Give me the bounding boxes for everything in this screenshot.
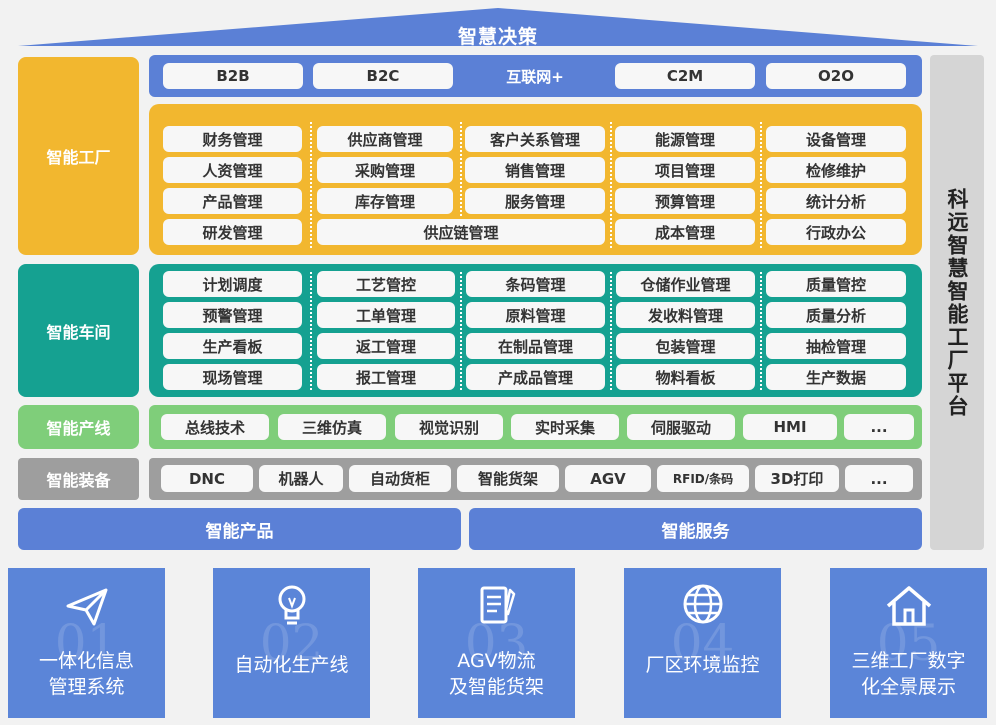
workshop-item: 质量管控 xyxy=(766,271,906,297)
factory-item: 研发管理 xyxy=(163,219,302,245)
factory-item-wide: 供应链管理 xyxy=(317,219,605,245)
workshop-item: 包装管理 xyxy=(616,333,755,359)
workshop-item: 产成品管理 xyxy=(466,364,605,390)
workshop-item: 预警管理 xyxy=(163,302,302,328)
workshop-item: 报工管理 xyxy=(317,364,455,390)
smart-service-bar: 智能服务 xyxy=(469,508,922,550)
layer-label-equipment: 智能装备 xyxy=(18,458,139,500)
smart-product-bar: 智能产品 xyxy=(18,508,461,550)
factory-item: 供应商管理 xyxy=(317,126,453,152)
more-items: ... xyxy=(845,465,913,492)
factory-item: 项目管理 xyxy=(615,157,755,183)
equipment-item: 机器人 xyxy=(259,465,343,492)
column-divider xyxy=(610,122,612,248)
line-panel: 总线技术 三维仿真 视觉识别 实时采集 伺服驱动 HMI ... xyxy=(149,405,922,449)
card-label: AGV物流 及智能货架 xyxy=(448,650,544,698)
globe-icon xyxy=(683,584,723,624)
card-label: 厂区环境监控 xyxy=(645,654,760,676)
factory-item: 检修维护 xyxy=(766,157,906,183)
equipment-item: RFID/条码 xyxy=(657,465,749,492)
layer-label-factory: 智能工厂 xyxy=(18,57,139,255)
factory-item: 能源管理 xyxy=(615,126,755,152)
line-item: 伺服驱动 xyxy=(627,414,735,440)
feature-card: 03 AGV物流 及智能货架 xyxy=(418,568,575,718)
internet-item: 互联网+ xyxy=(506,67,564,86)
workshop-item: 工艺管控 xyxy=(317,271,455,297)
card-label: 三维工厂数字 化全景展示 xyxy=(851,650,966,698)
workshop-item: 在制品管理 xyxy=(466,333,605,359)
factory-item: 产品管理 xyxy=(163,188,302,214)
workshop-item: 原料管理 xyxy=(466,302,605,328)
internet-item: O2O xyxy=(766,63,906,89)
factory-item: 统计分析 xyxy=(766,188,906,214)
card-label: 自动化生产线 xyxy=(234,654,349,676)
layer-label-line: 智能产线 xyxy=(18,405,139,449)
document-pen-icon xyxy=(480,586,516,624)
line-item: 实时采集 xyxy=(511,414,619,440)
line-item: 三维仿真 xyxy=(278,414,386,440)
column-divider xyxy=(760,122,762,248)
workshop-item: 抽检管理 xyxy=(766,333,906,359)
feature-card: 01 一体化信息 管理系统 xyxy=(8,568,165,718)
platform-title: 科远智慧智能工厂平台 xyxy=(945,187,969,418)
column-divider xyxy=(610,272,612,390)
feature-card: 05 三维工厂数字 化全景展示 xyxy=(830,568,987,718)
feature-card: 04 厂区环境监控 xyxy=(624,568,781,718)
equipment-panel: DNC 机器人 自动货柜 智能货架 AGV RFID/条码 3D打印 ... xyxy=(149,458,922,500)
workshop-item: 工单管理 xyxy=(317,302,455,328)
column-divider xyxy=(460,272,462,390)
workshop-item: 发收料管理 xyxy=(616,302,755,328)
internet-item: C2M xyxy=(615,63,755,89)
line-item: HMI xyxy=(743,414,837,440)
layer-label-workshop: 智能车间 xyxy=(18,264,139,397)
paper-plane-icon xyxy=(66,588,108,626)
equipment-item: AGV xyxy=(565,465,651,492)
column-divider xyxy=(310,272,312,390)
factory-item: 预算管理 xyxy=(615,188,755,214)
factory-panel: 财务管理 供应商管理 客户关系管理 能源管理 设备管理 人资管理 采购管理 销售… xyxy=(149,104,922,255)
workshop-item: 质量分析 xyxy=(766,302,906,328)
equipment-item: DNC xyxy=(161,465,253,492)
factory-item: 销售管理 xyxy=(465,157,605,183)
workshop-item: 条码管理 xyxy=(466,271,605,297)
home-icon xyxy=(886,586,932,626)
factory-item: 行政办公 xyxy=(766,219,906,245)
factory-item: 成本管理 xyxy=(615,219,755,245)
workshop-item: 生产数据 xyxy=(766,364,906,390)
column-divider xyxy=(310,122,312,248)
factory-item: 人资管理 xyxy=(163,157,302,183)
more-items: ... xyxy=(844,414,914,440)
workshop-item: 现场管理 xyxy=(163,364,302,390)
workshop-panel: 计划调度 工艺管控 条码管理 仓储作业管理 质量管控 预警管理 工单管理 原料管… xyxy=(149,264,922,397)
column-divider xyxy=(460,122,462,216)
internet-item: B2B xyxy=(163,63,303,89)
workshop-item: 返工管理 xyxy=(317,333,455,359)
workshop-item: 生产看板 xyxy=(163,333,302,359)
internet-panel: B2B B2C 互联网+ C2M O2O xyxy=(149,55,922,97)
equipment-item: 智能货架 xyxy=(457,465,559,492)
lightbulb-icon xyxy=(278,585,306,625)
line-item: 总线技术 xyxy=(161,414,269,440)
workshop-item: 物料看板 xyxy=(616,364,755,390)
factory-item: 财务管理 xyxy=(163,126,302,152)
line-item: 视觉识别 xyxy=(395,414,503,440)
column-divider xyxy=(760,272,762,390)
factory-item: 采购管理 xyxy=(317,157,453,183)
workshop-item: 计划调度 xyxy=(163,271,302,297)
factory-item: 设备管理 xyxy=(766,126,906,152)
factory-item: 库存管理 xyxy=(317,188,453,214)
roof-title: 智慧决策 xyxy=(457,26,538,48)
equipment-item: 3D打印 xyxy=(755,465,839,492)
internet-item: B2C xyxy=(313,63,453,89)
factory-item: 客户关系管理 xyxy=(465,126,605,152)
equipment-item: 自动货柜 xyxy=(349,465,451,492)
feature-card: 02 自动化生产线 xyxy=(213,568,370,718)
card-label: 一体化信息 管理系统 xyxy=(38,650,134,698)
platform-side-banner: 科远智慧智能工厂平台 xyxy=(930,55,984,550)
workshop-item: 仓储作业管理 xyxy=(616,271,755,297)
factory-item: 服务管理 xyxy=(465,188,605,214)
